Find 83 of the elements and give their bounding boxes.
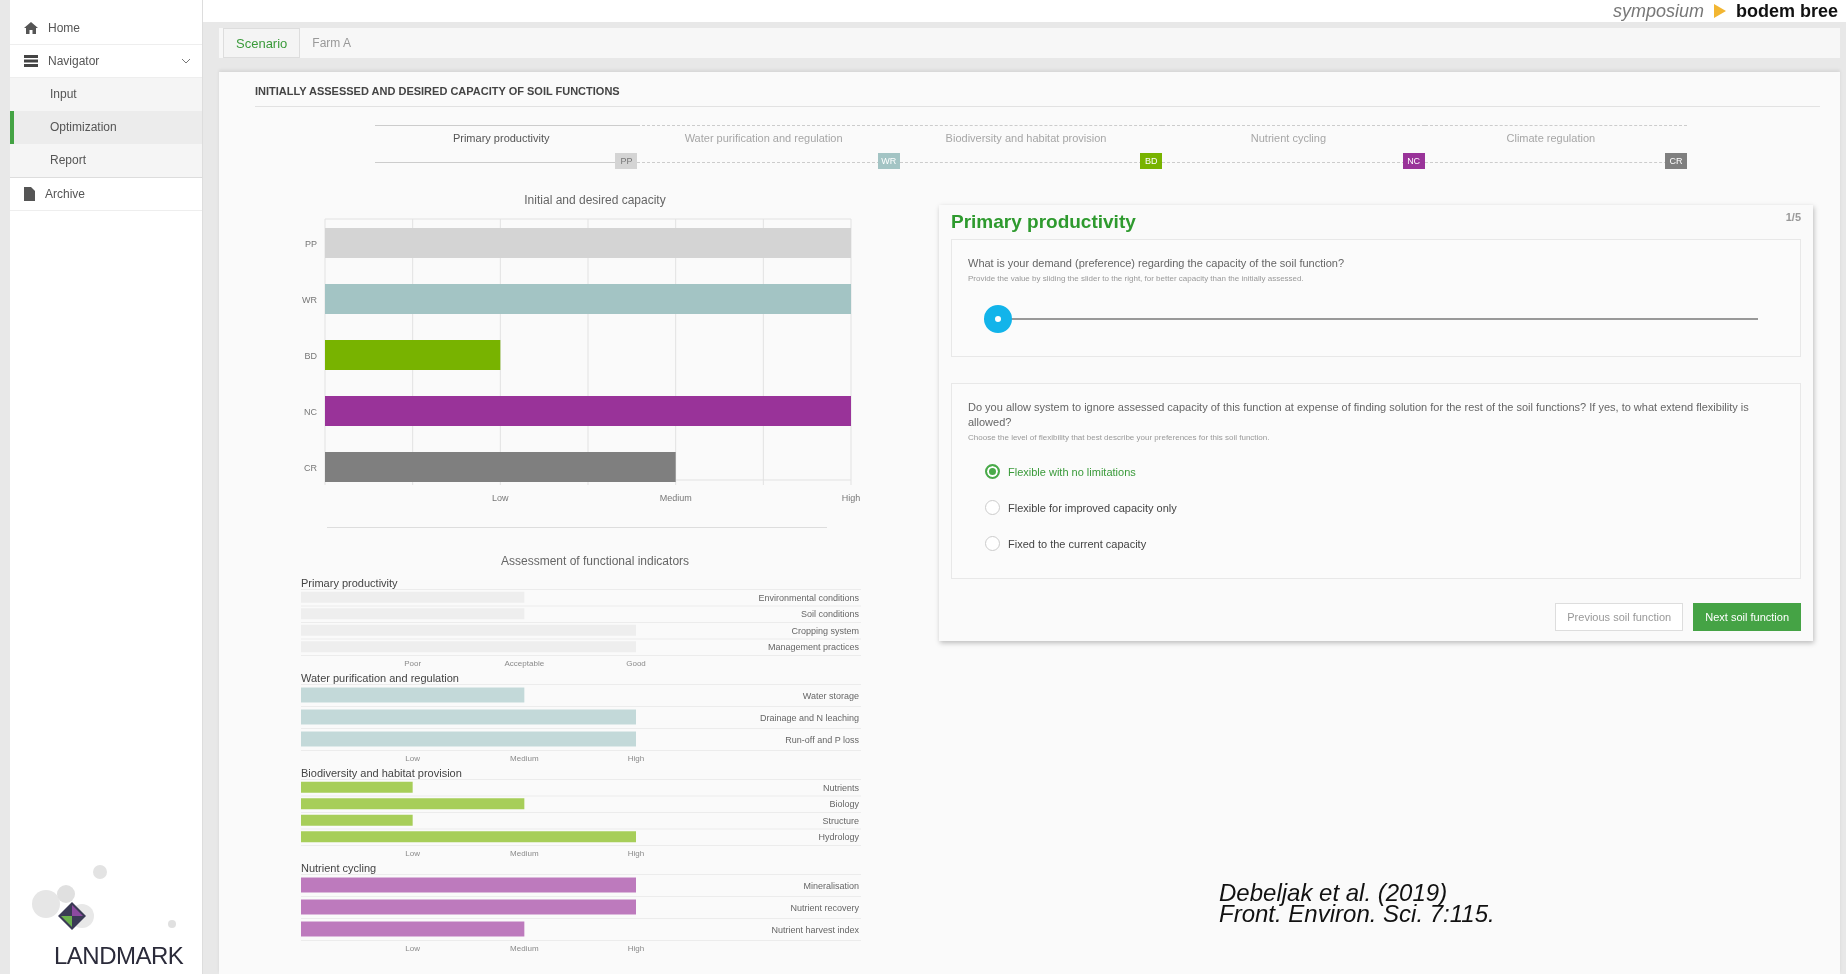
scale-label: Low xyxy=(492,493,509,503)
option-label[interactable]: Flexible for improved capacity only xyxy=(1008,501,1177,514)
scale-label: Medium xyxy=(659,493,692,503)
radio-button[interactable] xyxy=(985,536,1000,551)
logo-text: LANDMARK xyxy=(54,942,184,970)
sidebar-item[interactable]: Archive xyxy=(10,178,202,211)
chart-title: Assessment of functional indicators xyxy=(499,554,691,568)
indicator-label: Mineralisation xyxy=(803,880,859,891)
step-badge[interactable]: WR xyxy=(877,153,900,169)
indicator-label: Run-off and P loss xyxy=(785,734,859,745)
scale-label: Good xyxy=(626,659,646,668)
indicator-label: Nutrient recovery xyxy=(790,902,859,913)
chart-title: Initial and desired capacity xyxy=(523,193,667,207)
hint-text: Choose the level of flexibility that best describe your preferences for this soil function. xyxy=(968,433,1271,442)
group-title: Primary productivity xyxy=(301,577,399,589)
indicator-label: Water storage xyxy=(802,690,859,701)
step-label[interactable]: Climate regulation xyxy=(1424,132,1678,144)
scale-label: High xyxy=(627,754,645,763)
indicator-label: Environmental conditions xyxy=(758,592,859,603)
indicator-label: Structure xyxy=(822,815,859,826)
scale-label: Medium xyxy=(510,849,539,858)
slider-thumb[interactable] xyxy=(984,305,1012,333)
step-badge[interactable]: PP xyxy=(615,153,638,169)
scale-label: High xyxy=(841,493,861,503)
scale-label: High xyxy=(627,944,645,953)
sidebar-subitem[interactable]: Optimization xyxy=(10,111,202,144)
scale-label: High xyxy=(627,849,645,858)
hint-text: Provide the value by sliding the slider to the right, for better capacity than the initially assessed. xyxy=(968,274,1305,283)
step-label[interactable]: Nutrient cycling xyxy=(1162,132,1415,144)
axis-label: CR xyxy=(304,463,317,473)
previous-button[interactable]: Previous soil function xyxy=(1555,603,1684,631)
step-badge[interactable]: CR xyxy=(1665,153,1688,169)
axis-label: BD xyxy=(304,351,317,361)
indicator-label: Drainage and N leaching xyxy=(759,712,859,723)
scale-label: Medium xyxy=(510,754,539,763)
next-button[interactable]: Next soil function xyxy=(1693,603,1801,631)
option-label[interactable]: Fixed to the current capacity xyxy=(1008,537,1147,550)
radio-button[interactable] xyxy=(985,464,1000,479)
step-label[interactable]: Biodiversity and habitat provision xyxy=(899,132,1153,144)
sidebar-label: Archive xyxy=(45,187,86,201)
step-badge[interactable]: BD xyxy=(1140,153,1163,169)
axis-label: WR xyxy=(302,295,317,305)
group-title: Nutrient cycling xyxy=(301,862,378,874)
home-icon xyxy=(24,22,38,34)
sidebar-label: Navigator xyxy=(48,54,101,68)
question-text: Do you allow system to ignore assessed capacity of this function at expense of finding solution for the rest of the soil functions? If yes, to what extend flexibility is allowed? xyxy=(968,400,1750,430)
indicator-label: Nutrients xyxy=(823,782,859,793)
page-counter: 1/5 xyxy=(1785,211,1801,223)
indicator-label: Management practices xyxy=(767,642,859,653)
step-label[interactable]: Water purification and regulation xyxy=(637,132,890,144)
scale-label: Low xyxy=(405,944,420,953)
flag-icon xyxy=(1713,4,1726,18)
tab[interactable]: Scenario xyxy=(223,28,301,58)
card-title: Primary productivity xyxy=(951,211,1136,233)
axis-label: PP xyxy=(305,239,317,249)
sidebar-label: Home xyxy=(48,21,81,35)
scale-label: Low xyxy=(405,754,420,763)
list-icon xyxy=(24,55,38,67)
sidebar-subitem[interactable]: Input xyxy=(10,78,202,111)
scale-label: Medium xyxy=(510,944,539,953)
axis-label: NC xyxy=(304,407,317,417)
scale-label: Low xyxy=(405,849,420,858)
step-badge[interactable]: NC xyxy=(1402,153,1425,169)
file-icon xyxy=(24,187,35,201)
indicator-label: Soil conditions xyxy=(800,609,859,620)
indicator-label: Biology xyxy=(829,799,859,810)
tab[interactable]: Farm A xyxy=(300,28,363,58)
indicator-label: Hydrology xyxy=(818,832,859,843)
sidebar-item[interactable]: Home xyxy=(10,12,202,45)
scale-label: Poor xyxy=(404,659,422,668)
step-label[interactable]: Primary productivity xyxy=(375,132,628,144)
group-title: Water purification and regulation xyxy=(301,672,460,684)
question-text: What is your demand (preference) regarding the capacity of the soil function? xyxy=(968,256,1346,271)
option-label[interactable]: Flexible with no limitations xyxy=(1008,465,1136,478)
group-title: Biodiversity and habitat provision xyxy=(301,767,463,779)
indicator-label: Nutrient harvest index xyxy=(771,924,859,935)
event-title: symposium xyxy=(1612,0,1704,22)
radio-button[interactable] xyxy=(985,500,1000,515)
panel-title: INITIALLY ASSESSED AND DESIRED CAPACITY OF SOIL FUNCTIONS xyxy=(255,72,1820,107)
sidebar-subitem[interactable]: Report xyxy=(10,144,202,177)
indicator-label: Cropping system xyxy=(791,625,859,636)
brand-title: bodem bree xyxy=(1735,0,1838,22)
scale-label: Acceptable xyxy=(504,659,545,668)
